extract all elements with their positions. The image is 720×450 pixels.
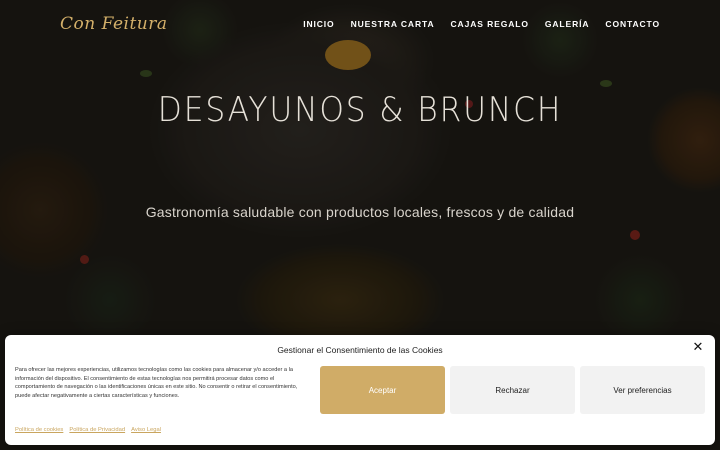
- accept-cookies-button[interactable]: Aceptar: [320, 366, 445, 414]
- cookie-banner-title: Gestionar el Consentimiento de las Cooki…: [277, 345, 443, 355]
- nav-item-nuestra-carta[interactable]: NUESTRA CARTA: [351, 19, 435, 29]
- close-icon[interactable]: ✕: [691, 341, 705, 355]
- site-logo[interactable]: Con Feitura: [60, 14, 168, 34]
- legal-notice-link[interactable]: Aviso Legal: [131, 427, 161, 433]
- nav-item-galeria[interactable]: GALERÍA: [545, 19, 590, 29]
- nav-item-cajas-regalo[interactable]: CAJAS REGALO: [451, 19, 529, 29]
- reject-cookies-button[interactable]: Rechazar: [450, 366, 575, 414]
- hero-subtitle: Gastronomía saludable con productos loca…: [145, 204, 575, 220]
- cookie-consent-banner: Gestionar el Consentimiento de las Cooki…: [5, 335, 715, 445]
- main-nav: INICIO NUESTRA CARTA CAJAS REGALO GALERÍ…: [303, 19, 660, 29]
- cookie-policy-link[interactable]: Política de cookies: [15, 427, 63, 433]
- nav-item-contacto[interactable]: CONTACTO: [605, 19, 660, 29]
- nav-item-inicio[interactable]: INICIO: [303, 19, 334, 29]
- view-preferences-button[interactable]: Ver preferencias: [580, 366, 705, 414]
- cookie-banner-text: Para ofrecer las mejores experiencias, u…: [15, 367, 298, 399]
- cookie-policy-links: Política de cookies Política de Privacid…: [15, 427, 161, 433]
- privacy-policy-link[interactable]: Política de Privacidad: [69, 427, 125, 433]
- hero-title: DESAYUNOS & BRUNCH: [157, 90, 563, 130]
